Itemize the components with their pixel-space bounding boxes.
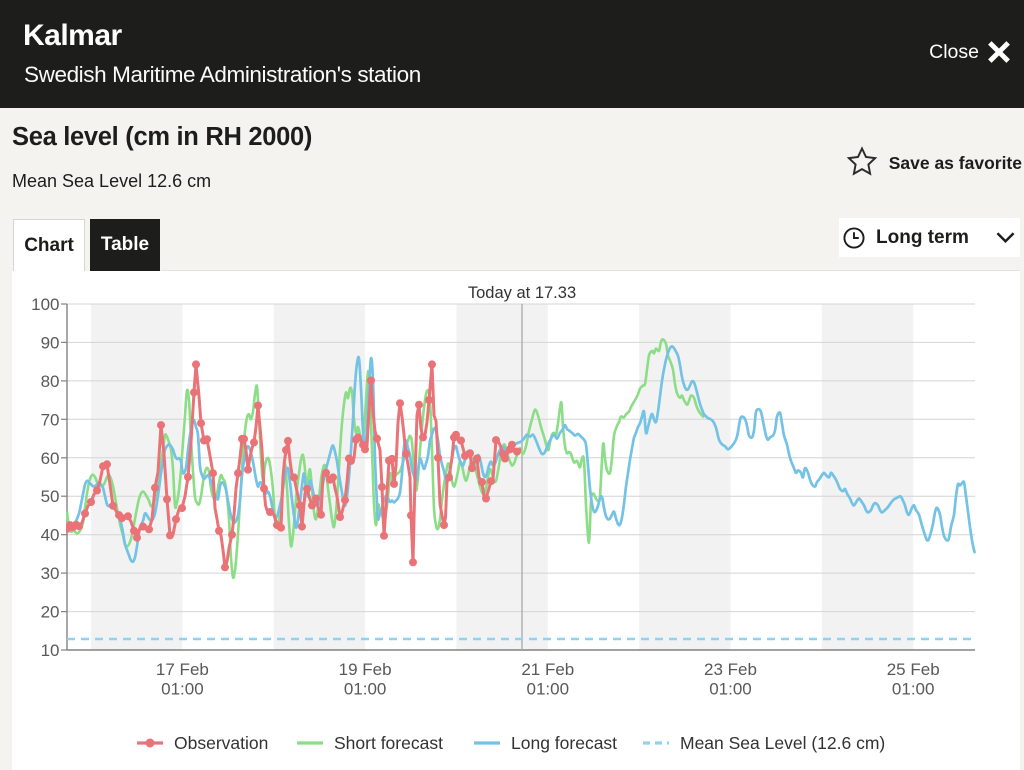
svg-text:100: 100 [31, 295, 59, 314]
svg-text:20: 20 [41, 603, 60, 622]
svg-text:19 Feb: 19 Feb [339, 660, 392, 679]
svg-text:80: 80 [41, 372, 60, 391]
svg-text:40: 40 [41, 526, 60, 545]
svg-text:70: 70 [41, 410, 60, 429]
svg-text:01:00: 01:00 [344, 680, 387, 699]
svg-text:01:00: 01:00 [709, 680, 752, 699]
svg-text:23 Feb: 23 Feb [704, 660, 757, 679]
svg-text:50: 50 [41, 487, 60, 506]
svg-text:01:00: 01:00 [161, 680, 204, 699]
svg-text:30: 30 [41, 564, 60, 583]
svg-text:90: 90 [41, 333, 60, 352]
svg-text:01:00: 01:00 [527, 680, 570, 699]
svg-text:01:00: 01:00 [892, 680, 935, 699]
svg-text:60: 60 [41, 449, 60, 468]
svg-text:Long forecast: Long forecast [511, 733, 617, 753]
svg-text:Short forecast: Short forecast [334, 733, 443, 753]
svg-text:25 Feb: 25 Feb [887, 660, 940, 679]
svg-text:Observation: Observation [174, 733, 268, 753]
svg-text:21 Feb: 21 Feb [521, 660, 574, 679]
svg-text:17 Feb: 17 Feb [156, 660, 209, 679]
svg-text:Today at 17.33: Today at 17.33 [468, 284, 576, 302]
svg-text:Mean Sea Level (12.6 cm): Mean Sea Level (12.6 cm) [680, 733, 885, 753]
svg-text:10: 10 [41, 641, 60, 660]
